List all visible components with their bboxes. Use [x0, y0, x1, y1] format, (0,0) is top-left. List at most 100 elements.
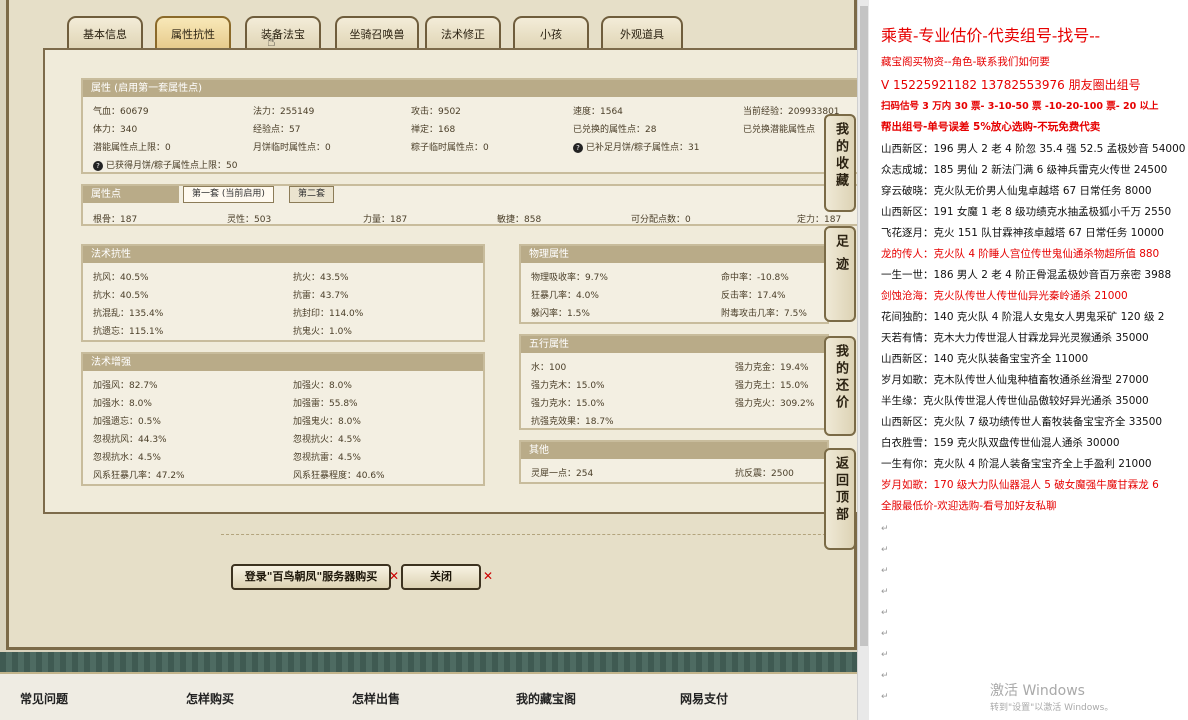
paragraph-mark-icon: ↵ [881, 629, 889, 639]
doc-line: 藏宝阁买物资--角色-联系我们如何要 [881, 56, 1050, 68]
tab-mount-summon[interactable]: 坐骑召唤兽 [335, 16, 419, 50]
attr-stamina: 体力：340 [93, 125, 138, 135]
doc-line: 飞花逐月：克火 151 队甘霖神孩卓越塔 67 日常任务 10000 [881, 227, 1164, 239]
sidebar-counteroffer-button[interactable]: 我的还价 [824, 336, 856, 436]
doc-line: 众志成城：185 男仙 2 新法门满 6 级神兵雷克火传世 24500 [881, 164, 1168, 176]
doc-title: 乘黄-专业估价-代卖组号-找号-- [881, 26, 1101, 45]
attr-exchanged-potential: 已兑换潜能属性点 [743, 125, 816, 135]
tab-child[interactable]: 小孩 [513, 16, 589, 50]
doc-line: 岁月如歌：170 级大力队仙器混人 5 破女魔强牛魔甘霖龙 6 [881, 479, 1159, 491]
page-scrollbar[interactable] [857, 0, 869, 720]
subtab-set-two[interactable]: 第二套 [289, 186, 335, 203]
enhance-box: 法术增强 加强风：82.7% 加强火：8.0% 加强水：8.0% 加强雷：55.… [81, 352, 485, 486]
point-strength: 力量：187 [363, 215, 408, 225]
doc-line: 山西新区：克火队 7 级功绩传世人畜牧装备宝宝齐全 33500 [881, 416, 1163, 428]
paragraph-mark-icon: ↵ [881, 650, 889, 660]
doc-line: 一生一世：186 男人 2 老 4 阶正骨混孟极妙音百万亲密 3988 [881, 269, 1172, 281]
phys-dodge: 躲闪率：1.5% [531, 309, 590, 319]
attr-speed: 速度：1564 [573, 107, 623, 117]
phys-crit: 狂暴几率：4.0% [531, 291, 599, 301]
attr-attack: 攻击：9502 [411, 107, 461, 117]
close-x-icon: ✕ [389, 569, 400, 583]
attr-extra: ? 已获得月饼/粽子属性点上限：50 [93, 158, 238, 171]
ignore-fire: 忽视抗火：4.5% [293, 435, 361, 445]
elements-box: 五行属性 水：100 强力克金：19.4% 强力克木：15.0% 强力克土：15… [519, 334, 829, 430]
counter-wood: 强力克木：15.0% [531, 381, 605, 391]
question-icon: ? [93, 161, 103, 171]
sidebar-favorites-button[interactable]: 我的收藏 [824, 114, 856, 212]
sidebar-back-to-top-button[interactable]: 返回顶部 [824, 448, 856, 550]
enhance-thunder: 加强雷：55.8% [293, 399, 358, 409]
other-lingxi: 灵犀一点：254 [531, 469, 594, 479]
doc-line: 全服最低价-欢迎选购-看号加好友私聊 [881, 500, 1057, 512]
enhance-wind: 加强风：82.7% [93, 381, 158, 391]
sidebar-footprint-button[interactable]: 足迹 [824, 226, 856, 322]
paragraph-mark-icon: ↵ [881, 566, 889, 576]
counter-water: 强力克水：15.0% [531, 399, 605, 409]
resist-ghostfire: 抗鬼火：1.0% [293, 327, 352, 337]
doc-line: 龙的传人：克火队 4 阶睡人宫位传世鬼仙通杀物超所值 880 [881, 248, 1160, 260]
doc-line: 扫码估号 3 万内 30 票- 3-10-50 票 -10-20-100 票- … [881, 101, 1159, 112]
resist-box: 法术抗性 抗风：40.5% 抗火：43.5% 抗水：40.5% 抗雷：43.7%… [81, 244, 485, 342]
resist-forget: 抗遗忘：115.1% [93, 327, 164, 337]
footer-my-cbg[interactable]: 我的藏宝阁 [516, 690, 576, 707]
attr-mooncake-temp: 月饼临时属性点：0 [253, 143, 331, 153]
sidebar-back-to-top-label: 返回顶部 [833, 456, 848, 524]
attr-exp-points: 经验点：57 [253, 125, 301, 135]
physical-box: 物理属性 物理吸收率：9.7% 命中率：-10.8% 狂暴几率：4.0% 反击率… [519, 244, 829, 324]
attr-extra-text: 已获得月饼/粽子属性点上限：50 [106, 161, 238, 171]
doc-line: 山西新区：140 克火队装备宝宝齐全 11000 [881, 353, 1089, 365]
doc-line: 穿云破晓：克火队无价男人仙鬼卓越塔 67 日常任务 8000 [881, 185, 1152, 197]
doc-line: 白衣胜雪：159 克火队双盘传世仙混人通杀 30000 [881, 437, 1120, 449]
attr-potential-cap: 潜能属性点上限：0 [93, 143, 171, 153]
attr-zongzi-temp: 粽子临时属性点：0 [411, 143, 489, 153]
doc-line: 一生有你：克火队 4 阶混人装备宝宝齐全上手盈利 21000 [881, 458, 1152, 470]
phys-absorb: 物理吸收率：9.7% [531, 273, 608, 283]
paragraph-mark-icon: ↵ [881, 692, 889, 702]
footer-how-to-buy[interactable]: 怎样购买 [186, 690, 234, 707]
detail-frame: 基本信息 属性抗性 装备法宝 坐骑召唤兽 法术修正 小孩 外观道具 ☝ 属性 (… [6, 0, 857, 650]
points-header: 属性点 [83, 186, 179, 203]
paragraph-mark-icon: ↵ [881, 587, 889, 597]
point-constitution: 根骨：187 [93, 215, 138, 225]
tab-basic-info[interactable]: 基本信息 [67, 16, 143, 50]
enhance-header: 法术增强 [83, 354, 483, 371]
attr-meditation: 禅定：168 [411, 125, 456, 135]
wind-crit-rate: 风系狂暴几率：47.2% [93, 471, 185, 481]
footer-how-to-sell[interactable]: 怎样出售 [352, 690, 400, 707]
attr-hp: 气血：60679 [93, 107, 149, 117]
point-available: 可分配点数：0 [631, 215, 691, 225]
tab-equipment-treasure[interactable]: 装备法宝 [245, 16, 321, 50]
doc-line: 岁月如歌：克木队传世人仙鬼种植畜牧通杀丝滑型 27000 [881, 374, 1149, 386]
site-footer: 常见问题 怎样购买 怎样出售 我的藏宝阁 网易支付 [0, 652, 857, 720]
subtab-set-one[interactable]: 第一套 (当前启用) [183, 186, 274, 203]
login-buy-button[interactable]: 登录"百鸟朝凤"服务器购买 [231, 564, 391, 590]
tab-attribute-resist[interactable]: 属性抗性 [155, 16, 231, 50]
enhance-fire: 加强火：8.0% [293, 381, 352, 391]
resist-wind: 抗风：40.5% [93, 273, 149, 283]
scrollbar-thumb[interactable] [860, 6, 868, 646]
resist-thunder: 抗雷：43.7% [293, 291, 349, 301]
paragraph-mark-icon: ↵ [881, 608, 889, 618]
doc-line: 花间独酌：140 克火队 4 阶混人女鬼女人男鬼采矿 120 级 2 [881, 311, 1165, 323]
sidebar-favorites-label: 我的收藏 [833, 122, 848, 190]
doc-line: 帮出组号-单号误差 5%放心选购-不玩免费代卖 [881, 121, 1101, 133]
ignore-thunder: 忽视抗雷：4.5% [293, 453, 361, 463]
doc-line: 天若有情：克木大力传世混人甘霖龙异光灵猴通杀 35000 [881, 332, 1149, 344]
point-focus: 定力：187 [797, 215, 842, 225]
resist-fire: 抗火：43.5% [293, 273, 349, 283]
watermark-subtitle: 转到"设置"以激活 Windows。 [990, 703, 1114, 713]
elements-header: 五行属性 [521, 336, 827, 353]
attr-filled-points-text: 已补足月饼/粽子属性点：31 [586, 143, 700, 153]
enhance-forget: 加强遗忘：0.5% [93, 417, 161, 427]
tab-spell-correction[interactable]: 法术修正 [425, 16, 501, 50]
counter-metal: 强力克金：19.4% [735, 363, 809, 373]
phys-hit: 命中率：-10.8% [721, 273, 789, 283]
footer-netease-pay[interactable]: 网易支付 [680, 690, 728, 707]
windows-activation-watermark: 激活 Windows 转到"设置"以激活 Windows。 [990, 680, 1113, 713]
footer-faq[interactable]: 常见问题 [20, 690, 68, 707]
resist-seal: 抗封印：114.0% [293, 309, 364, 319]
tab-appearance-items[interactable]: 外观道具 [601, 16, 683, 50]
close-button[interactable]: 关闭 [401, 564, 481, 590]
counter-fire: 强力克火：309.2% [735, 399, 815, 409]
